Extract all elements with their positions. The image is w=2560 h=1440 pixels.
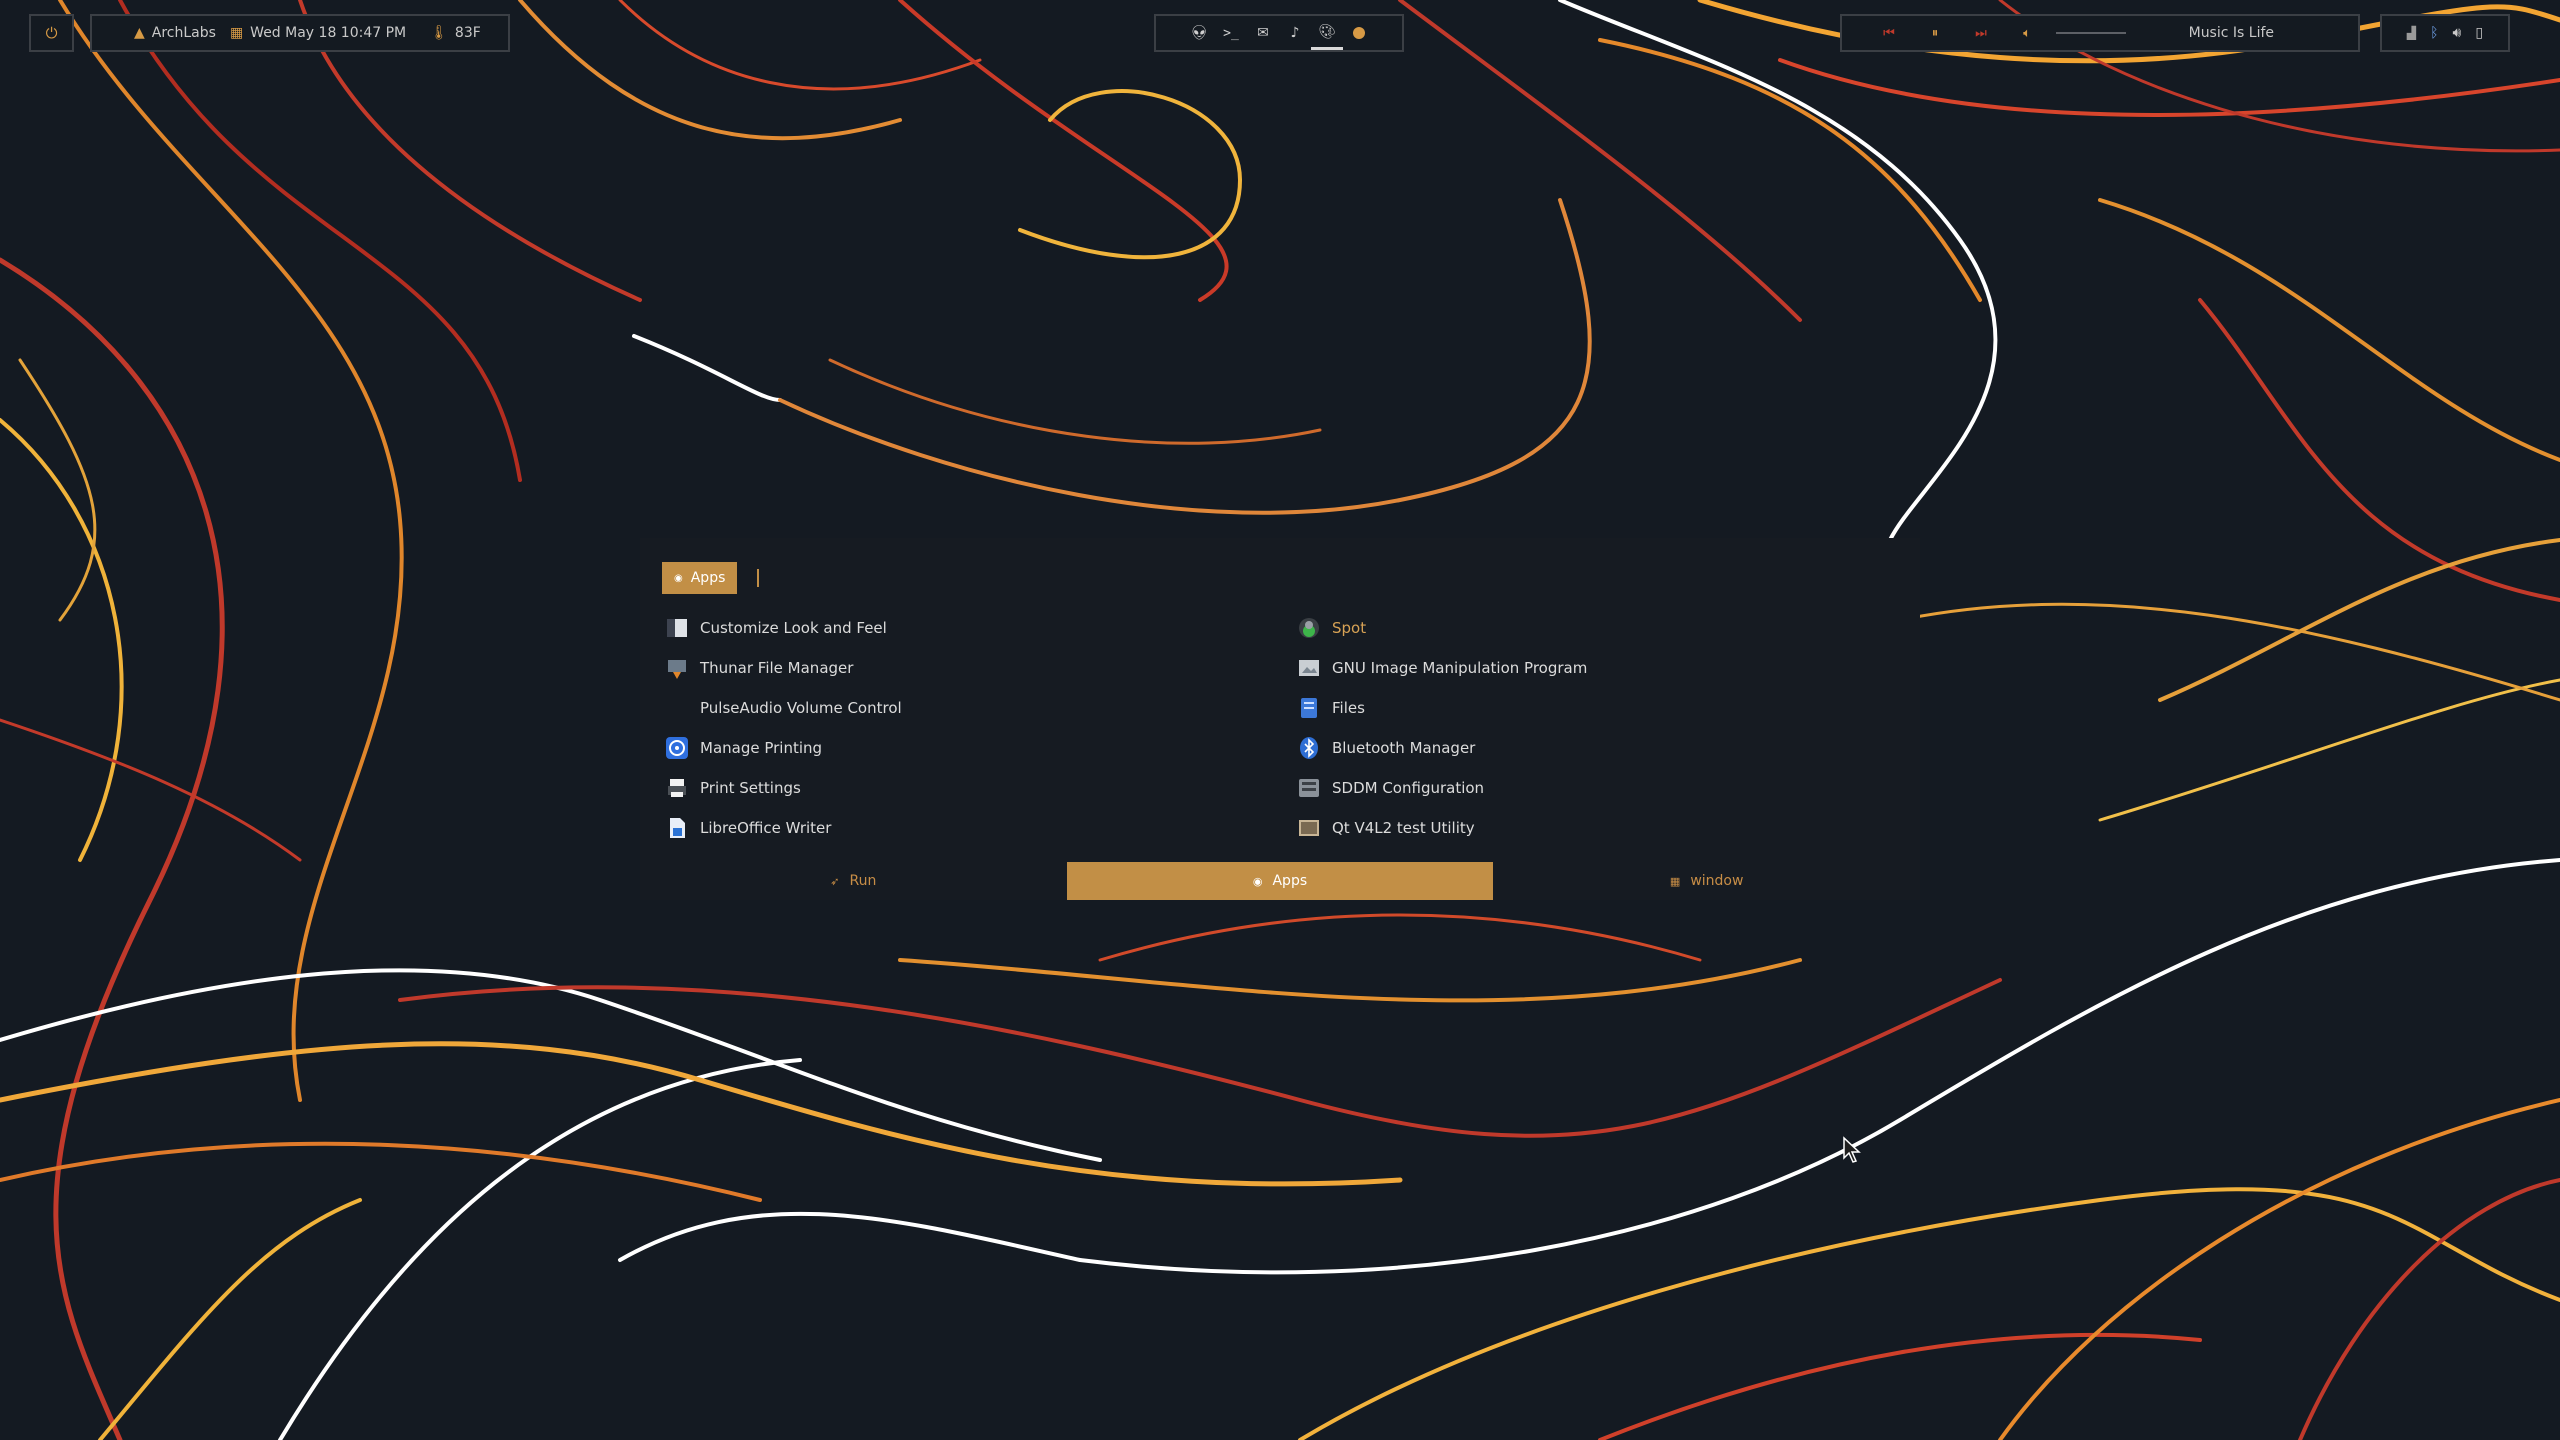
battery-icon[interactable]: ▯ bbox=[2475, 25, 2483, 41]
song-title: Music Is Life bbox=[2188, 25, 2274, 41]
app-entry-label: PulseAudio Volume Control bbox=[700, 699, 902, 717]
app-entry[interactable]: Print Settings bbox=[664, 768, 1296, 808]
mail-icon: ✉ bbox=[1257, 25, 1269, 41]
music-player: ⏮ ⏸ ⏭ 🔈︎ Music Is Life bbox=[1840, 14, 2360, 52]
writer-icon bbox=[664, 815, 690, 841]
pause-button[interactable]: ⏸ bbox=[1912, 26, 1958, 41]
app-list: Customize Look and Feel Spot Thunar File M… bbox=[664, 608, 1904, 848]
next-button[interactable]: ⏭ bbox=[1958, 26, 2004, 41]
printing-icon bbox=[664, 735, 690, 761]
mode-chip-label: Apps bbox=[690, 570, 726, 586]
files-icon bbox=[1296, 695, 1322, 721]
workspace-2[interactable]: >_ bbox=[1215, 16, 1247, 50]
next-icon: ⏭ bbox=[1975, 25, 1987, 41]
printer-icon bbox=[664, 775, 690, 801]
search-input[interactable] bbox=[757, 569, 760, 587]
workspace-3[interactable]: ✉ bbox=[1247, 16, 1279, 50]
mouse-cursor bbox=[1843, 1136, 1861, 1163]
temperature-label: 83F bbox=[454, 25, 481, 41]
thermometer-icon: 🌡 bbox=[430, 25, 448, 41]
app-entry-label: Manage Printing bbox=[700, 739, 823, 757]
workspace-4[interactable]: ♪ bbox=[1279, 16, 1311, 50]
app-entry[interactable]: Files bbox=[1296, 688, 1896, 728]
weather[interactable]: 🌡 83F bbox=[430, 25, 481, 41]
distro-launcher[interactable]: ▲ ArchLabs bbox=[134, 25, 216, 41]
volume-slider[interactable] bbox=[2056, 32, 2126, 34]
calendar-icon: ▦ bbox=[229, 25, 244, 41]
previous-icon: ⏮ bbox=[1883, 25, 1895, 41]
app-entry-label: Spot bbox=[1332, 619, 1367, 637]
app-entry-label: Thunar File Manager bbox=[700, 659, 854, 677]
app-entry[interactable]: Thunar File Manager bbox=[664, 648, 1296, 688]
workspace-1[interactable]: 👽︎ bbox=[1183, 16, 1215, 50]
spot-icon bbox=[1296, 615, 1322, 641]
app-launcher: ◉ Apps Customize Look and Feel Spot Thunar… bbox=[640, 538, 1920, 900]
app-entry-label: LibreOffice Writer bbox=[700, 819, 832, 837]
app-entry[interactable]: SDDM Configuration bbox=[1296, 768, 1896, 808]
launcher-input-row: ◉ Apps bbox=[662, 562, 760, 594]
palette-icon: 🎨︎ bbox=[1318, 23, 1336, 40]
app-entry[interactable]: PulseAudio Volume Control bbox=[664, 688, 1296, 728]
apps-icon: ◉ bbox=[1252, 874, 1263, 888]
grid-icon: ▦ bbox=[1669, 874, 1681, 888]
power-button[interactable]: ⏻ bbox=[29, 14, 74, 52]
pulseaudio-icon bbox=[664, 695, 690, 721]
app-entry-label: Bluetooth Manager bbox=[1332, 739, 1476, 757]
bluetooth-icon[interactable]: ᛒ bbox=[2430, 25, 2438, 41]
app-entry-label: Files bbox=[1332, 699, 1365, 717]
mode-run-label: Run bbox=[849, 873, 877, 889]
workspace-6[interactable] bbox=[1343, 16, 1375, 50]
mode-apps-label: Apps bbox=[1272, 873, 1308, 889]
mode-switcher: ➶ Run ◉ Apps ▦ window bbox=[640, 862, 1920, 900]
datetime-label: Wed May 18 10:47 PM bbox=[250, 25, 407, 41]
app-entry[interactable]: Bluetooth Manager bbox=[1296, 728, 1896, 768]
app-entry-label: Qt V4L2 test Utility bbox=[1332, 819, 1475, 837]
app-entry[interactable]: Spot bbox=[1296, 608, 1896, 648]
distro-label: ArchLabs bbox=[151, 25, 216, 41]
app-entry-label: Customize Look and Feel bbox=[700, 619, 887, 637]
app-entry-label: GNU Image Manipulation Program bbox=[1332, 659, 1588, 677]
rocket-icon: ➶ bbox=[830, 874, 840, 888]
dot-icon bbox=[1353, 27, 1365, 39]
volume-button[interactable]: 🔈︎ bbox=[2004, 26, 2050, 41]
mode-window-button[interactable]: ▦ window bbox=[1493, 862, 1920, 900]
app-entry[interactable]: GNU Image Manipulation Program bbox=[1296, 648, 1896, 688]
info-panel: ▲ ArchLabs ▦ Wed May 18 10:47 PM 🌡 83F bbox=[90, 14, 510, 52]
appearance-icon bbox=[664, 615, 690, 641]
app-entry[interactable]: Customize Look and Feel bbox=[664, 608, 1296, 648]
previous-button[interactable]: ⏮ bbox=[1866, 26, 1912, 41]
mode-run-button[interactable]: ➶ Run bbox=[640, 862, 1067, 900]
pause-icon: ⏸ bbox=[1931, 25, 1939, 41]
music-note-icon: ♪ bbox=[1290, 25, 1300, 41]
clock[interactable]: ▦ Wed May 18 10:47 PM bbox=[230, 25, 406, 41]
workspace-switcher: 👽︎ >_ ✉ ♪ 🎨︎ bbox=[1154, 14, 1404, 52]
gimp-icon bbox=[1296, 655, 1322, 681]
app-entry[interactable]: Manage Printing bbox=[664, 728, 1296, 768]
app-entry-label: SDDM Configuration bbox=[1332, 779, 1485, 797]
volume-icon: 🔈︎ bbox=[2023, 25, 2031, 41]
app-entry[interactable]: LibreOffice Writer bbox=[664, 808, 1296, 848]
app-entry-label: Print Settings bbox=[700, 779, 801, 797]
apps-icon: ◉ bbox=[674, 572, 683, 584]
mode-apps-button[interactable]: ◉ Apps bbox=[1066, 862, 1494, 900]
speaker-icon[interactable]: 🔊︎ bbox=[2453, 25, 2462, 41]
power-icon: ⏻ bbox=[45, 24, 58, 42]
archlinux-icon: ▲ bbox=[134, 25, 145, 41]
system-tray: ▟ ᛒ 🔊︎ ▯ bbox=[2380, 14, 2510, 52]
alien-icon: 👽︎ bbox=[1190, 25, 1208, 41]
bluetooth-manager-icon bbox=[1296, 735, 1322, 761]
thunar-icon bbox=[664, 655, 690, 681]
sddm-icon bbox=[1296, 775, 1322, 801]
mode-chip: ◉ Apps bbox=[662, 562, 738, 594]
mode-window-label: window bbox=[1690, 873, 1744, 889]
qv4l2-icon bbox=[1296, 815, 1322, 841]
signal-icon[interactable]: ▟ bbox=[2407, 26, 2416, 40]
app-entry[interactable]: Qt V4L2 test Utility bbox=[1296, 808, 1896, 848]
workspace-5[interactable]: 🎨︎ bbox=[1311, 16, 1343, 50]
terminal-icon: >_ bbox=[1223, 25, 1239, 41]
